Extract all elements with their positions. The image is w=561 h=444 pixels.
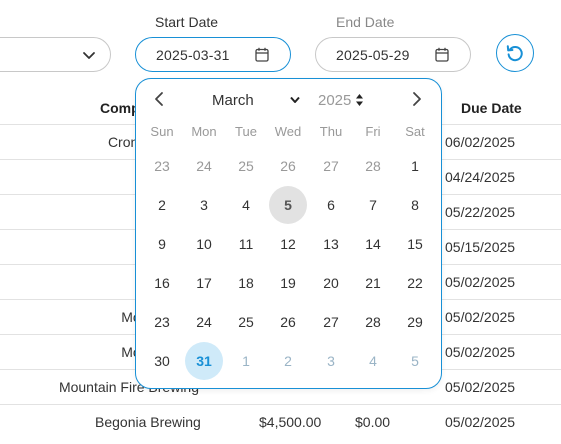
calendar-day[interactable]: 25 [227, 303, 265, 341]
calendar-day[interactable]: 6 [312, 186, 350, 224]
table-row[interactable]: Begonia Brewing $4,500.00 $0.00 05/02/2025 [0, 404, 561, 439]
calendar-day[interactable]: 17 [185, 264, 223, 302]
calendar-day[interactable]: 18 [227, 264, 265, 302]
cell-due-date: 05/02/2025 [445, 379, 516, 395]
end-date-label: End Date [336, 14, 395, 30]
calendar-day[interactable]: 28 [354, 303, 392, 341]
cell-due-date: 05/15/2025 [445, 239, 516, 255]
calendar-day[interactable]: 9 [143, 225, 181, 263]
cell-due-date: 05/02/2025 [445, 274, 516, 290]
cell-amount: $4,500.00 [259, 414, 322, 430]
calendar-day[interactable]: 27 [312, 147, 350, 185]
calendar-day[interactable]: 27 [312, 303, 350, 341]
end-date-value: 2025-05-29 [336, 47, 410, 63]
calendar-day[interactable]: 14 [354, 225, 392, 263]
cell-paid: $0.00 [355, 414, 391, 430]
column-header-company[interactable]: Comp [100, 100, 140, 116]
date-picker-popup: March 2025 Sun Mon Tue Wed Thu Fri Sat 23 24 25 26… [135, 78, 442, 389]
weekday-label: Sun [150, 124, 174, 139]
calendar-day[interactable]: 22 [396, 264, 434, 302]
start-date-value: 2025-03-31 [156, 47, 230, 63]
cell-due-date: 05/02/2025 [445, 414, 516, 430]
calendar-day[interactable]: 24 [185, 303, 223, 341]
calendar-day[interactable]: 25 [227, 147, 265, 185]
calendar-day[interactable]: 3 [312, 342, 350, 380]
calendar-day[interactable]: 31 [185, 342, 223, 380]
calendar-day[interactable]: 26 [269, 303, 307, 341]
spinner-icon[interactable] [355, 93, 364, 107]
cell-due-date: 05/22/2025 [445, 204, 516, 220]
weekday-label: Mon [191, 124, 217, 139]
calendar-day[interactable]: 4 [354, 342, 392, 380]
calendar-day[interactable]: 16 [143, 264, 181, 302]
calendar-icon[interactable] [435, 47, 449, 62]
calendar-day[interactable]: 3 [185, 186, 223, 224]
calendar-day[interactable]: 24 [185, 147, 223, 185]
calendar-day[interactable]: 23 [143, 147, 181, 185]
calendar-day[interactable]: 4 [227, 186, 265, 224]
calendar-day[interactable]: 5 [396, 342, 434, 380]
end-date-input[interactable]: 2025-05-29 [315, 37, 471, 72]
calendar-day[interactable]: 7 [354, 186, 392, 224]
calendar-day[interactable]: 8 [396, 186, 434, 224]
chevron-down-icon [83, 52, 95, 59]
chevron-down-icon [290, 96, 300, 103]
calendar-icon[interactable] [255, 47, 269, 62]
start-date-label: Start Date [155, 14, 219, 30]
calendar-day[interactable]: 26 [269, 147, 307, 185]
weekday-label: Sat [405, 124, 425, 139]
company-select[interactable] [0, 37, 111, 72]
calendar-day[interactable]: 29 [396, 303, 434, 341]
weekday-label: Thu [319, 124, 343, 139]
refresh-icon [506, 45, 523, 62]
column-header-due-date[interactable]: Due Date [461, 100, 522, 116]
calendar-day[interactable]: 1 [396, 147, 434, 185]
calendar-day[interactable]: 2 [269, 342, 307, 380]
weekday-label: Fri [365, 124, 381, 139]
calendar-day[interactable]: 19 [269, 264, 307, 302]
calendar-day[interactable]: 5 [269, 186, 307, 224]
chevron-right-icon[interactable] [410, 91, 424, 107]
cell-due-date: 05/02/2025 [445, 344, 516, 360]
calendar-day[interactable]: 23 [143, 303, 181, 341]
calendar-day[interactable]: 10 [185, 225, 223, 263]
calendar-day[interactable]: 11 [227, 225, 265, 263]
calendar-day[interactable]: 30 [143, 342, 181, 380]
weekday-label: Wed [274, 124, 302, 139]
calendar-day[interactable]: 28 [354, 147, 392, 185]
calendar-day[interactable]: 2 [143, 186, 181, 224]
cell-due-date: 06/02/2025 [445, 134, 516, 150]
calendar-day[interactable]: 21 [354, 264, 392, 302]
cell-due-date: 05/02/2025 [445, 309, 516, 325]
cell-due-date: 04/24/2025 [445, 169, 516, 185]
calendar-day[interactable]: 12 [269, 225, 307, 263]
year-input[interactable]: 2025 [318, 92, 351, 109]
calendar-day[interactable]: 20 [312, 264, 350, 302]
chevron-left-icon[interactable] [152, 91, 166, 107]
month-select[interactable]: March [212, 92, 254, 109]
calendar-day[interactable]: 13 [312, 225, 350, 263]
weekday-label: Tue [235, 124, 257, 139]
calendar-day[interactable]: 15 [396, 225, 434, 263]
start-date-input[interactable]: 2025-03-31 [135, 37, 291, 72]
calendar-day[interactable]: 1 [227, 342, 265, 380]
reset-button[interactable] [496, 34, 534, 72]
cell-company: Begonia Brewing [95, 414, 201, 430]
